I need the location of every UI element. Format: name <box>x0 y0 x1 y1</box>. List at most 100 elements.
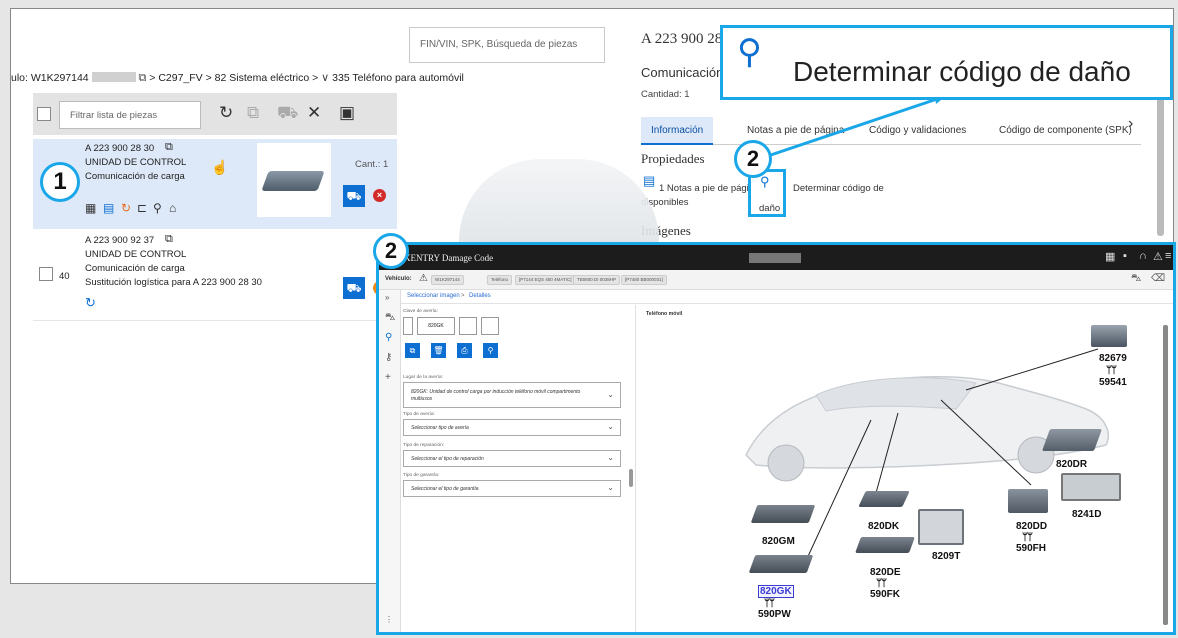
cart-icon: ⛟ <box>277 103 299 122</box>
refresh-icon[interactable]: ↻ <box>121 201 131 215</box>
scrollbar[interactable] <box>1157 96 1164 236</box>
part-substitution: Sustitución logística para A 223 900 28 … <box>85 277 262 288</box>
breadcrumb-select-image[interactable]: Seleccionar imagen <box>407 293 460 299</box>
remove-icon[interactable]: × <box>373 189 386 202</box>
part-index: 40 <box>59 271 70 282</box>
part-image-820GM[interactable] <box>750 505 816 523</box>
part-image-820DE[interactable] <box>855 537 915 553</box>
damage-code-icon[interactable]: ⚲ <box>153 201 162 215</box>
vehicle-label: Vehículo: <box>385 276 412 282</box>
zoom-callout: ⚲ Determinar código de daño <box>720 25 1173 100</box>
part-label[interactable]: 82679 <box>1099 353 1127 364</box>
part-label[interactable]: 820DD <box>1016 521 1047 532</box>
tipo-reparacion-select[interactable]: Seleccionar el tipo de reparación ⌄ <box>403 450 621 467</box>
part-thumbnail[interactable] <box>257 143 331 217</box>
warning-icon: ⚠ <box>419 273 428 284</box>
part-label[interactable]: 8241D <box>1072 509 1101 520</box>
tipo-garantia-label: Tipo de garantía: <box>403 473 440 478</box>
tab-spk[interactable]: Código de componente (SPK) <box>989 117 1142 145</box>
damage-code-text[interactable]: Determinar código de <box>793 183 884 194</box>
part-label[interactable]: 820DR <box>1056 459 1087 470</box>
car-icon[interactable]: ⛍ <box>385 312 395 325</box>
component-icon[interactable]: ⊏ <box>137 201 147 215</box>
tipo-garantia-select[interactable]: Seleccionar el tipo de garantía ⌄ <box>403 480 621 497</box>
vin-redaction <box>91 72 136 82</box>
part-image-8241D[interactable] <box>1061 473 1121 501</box>
part-label[interactable]: 820DE <box>870 567 901 578</box>
search-button[interactable]: ⚲ <box>483 343 498 358</box>
vehicle-bar: Vehículo: ⚠ W1K297144 Teléfono [P7144 EQ… <box>379 270 1173 290</box>
add-to-cart-button[interactable]: ⛟ <box>343 185 365 207</box>
select-all-checkbox[interactable] <box>37 107 51 121</box>
refresh-icon[interactable]: ↻ <box>219 103 233 123</box>
print-button[interactable]: ⎙ <box>457 343 472 358</box>
part-image-82679[interactable] <box>1091 325 1127 347</box>
notes-link[interactable]: 1 Notas a pie de página <box>659 183 759 194</box>
delete-button[interactable]: 🗑 <box>431 343 446 358</box>
expand-icon[interactable]: » <box>385 293 389 302</box>
car-icon[interactable]: ⛍ <box>1131 273 1141 286</box>
grid-icon[interactable]: ▦ <box>85 201 96 215</box>
notes-icon[interactable]: ▤ <box>103 201 114 215</box>
part-row[interactable]: A 223 900 92 37 ⧉ UNIDAD DE CONTROL 40 C… <box>33 231 397 321</box>
detail-tabs: Información Notas a pie de página Código… <box>641 117 1141 145</box>
breadcrumb-details[interactable]: Detalles <box>469 293 491 299</box>
part-image-820DD[interactable] <box>1008 489 1048 513</box>
part-image-820GK[interactable] <box>748 555 814 573</box>
refresh-icon[interactable]: ↻ <box>85 295 96 311</box>
tipo-reparacion-label: Tipo de reparación: <box>403 443 445 448</box>
vehicle-chip: Teléfono <box>487 275 513 285</box>
tipo-averia-select[interactable]: Seleccionar tipo de avería ⌄ <box>403 419 621 436</box>
copy-icon[interactable]: ⧉ <box>165 233 173 246</box>
breadcrumb-vin[interactable]: ulo: W1K297144 <box>11 72 89 84</box>
qr-icon[interactable]: ▦ <box>1105 250 1115 263</box>
callout-2: 2 <box>734 140 772 178</box>
part-label[interactable]: 820GM <box>762 536 795 547</box>
part-label-selected[interactable]: 820GK <box>758 585 794 598</box>
search-input[interactable]: FIN/VIN, SPK, Búsqueda de piezas <box>409 27 605 63</box>
user-key-icon[interactable]: ⚷ <box>385 352 392 363</box>
grid-icon[interactable]: ▪ <box>1123 250 1127 262</box>
code-segment[interactable] <box>481 317 499 335</box>
part-checkbox[interactable] <box>39 267 53 281</box>
part-row-selected[interactable]: A 223 900 28 30 ⧉ UNIDAD DE CONTROL Comu… <box>33 139 397 229</box>
more-icon[interactable]: ⋮ <box>385 615 393 624</box>
panel-splitter[interactable] <box>629 469 633 487</box>
notes-icon[interactable]: ▤ <box>643 173 655 189</box>
part-image-8209T[interactable] <box>918 509 964 545</box>
chevron-right-icon[interactable]: › <box>1128 115 1133 133</box>
part-label[interactable]: 820DK <box>868 521 899 532</box>
scrollbar[interactable] <box>1163 325 1168 625</box>
add-to-cart-button[interactable]: ⛟ <box>343 277 365 299</box>
damage-code-icon[interactable]: ⚲ <box>385 332 392 343</box>
breadcrumb-group[interactable]: > 82 Sistema eléctrico > <box>206 72 319 84</box>
trash-icon[interactable]: ⌫ <box>1151 273 1165 284</box>
tab-informacion[interactable]: Información <box>641 117 714 145</box>
damage-code-label: daño <box>759 203 781 214</box>
headset-icon[interactable]: ∩ <box>1139 250 1147 262</box>
lugar-select[interactable]: 820GK: Unidad de control carga por induc… <box>403 382 621 408</box>
copy-icon[interactable]: ⧉ <box>138 72 146 84</box>
pdf-icon[interactable]: ▣ <box>339 103 355 123</box>
filter-input[interactable]: Filtrar lista de piezas <box>59 101 201 129</box>
tab-codigo[interactable]: Código y validaciones <box>859 117 976 145</box>
part-image-820DK[interactable] <box>858 491 910 507</box>
chevron-down-icon[interactable]: ∨ <box>321 72 329 84</box>
part-label[interactable]: 8209T <box>932 551 960 562</box>
plus-icon[interactable]: + <box>385 372 391 383</box>
part-name: UNIDAD DE CONTROL <box>85 249 187 260</box>
code-input[interactable]: 820GK <box>417 317 455 335</box>
menu-icon[interactable]: ≡ <box>1165 250 1171 262</box>
xentry-sidebar: » ⛍ ⚲ ⚷ + ⋮ <box>379 290 401 632</box>
warning-icon[interactable]: ⚠ <box>1153 250 1163 263</box>
antenna-icon: ᛘᛘ <box>1106 365 1117 376</box>
code-segment[interactable] <box>403 317 413 335</box>
part-image-820DR[interactable] <box>1041 429 1103 451</box>
copy-button[interactable]: ⧉ <box>405 343 420 358</box>
copy-icon[interactable]: ⧉ <box>165 141 173 154</box>
chevron-down-icon: ⌄ <box>607 483 614 492</box>
breadcrumb-model[interactable]: > C297_FV <box>149 72 202 84</box>
tools-icon[interactable]: ✕ <box>307 103 321 123</box>
code-segment[interactable] <box>459 317 477 335</box>
factory-icon[interactable]: ⌂ <box>169 201 176 215</box>
